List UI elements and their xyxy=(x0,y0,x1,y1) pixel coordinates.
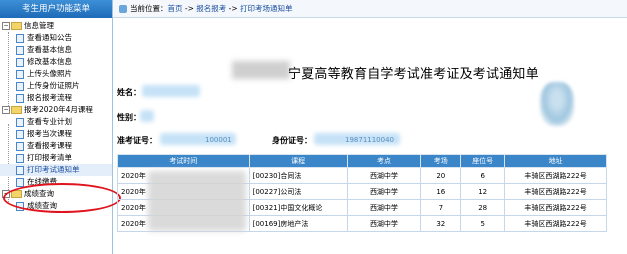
document-icon xyxy=(16,69,24,79)
cell-room: 20 xyxy=(420,167,462,184)
sidebar: 考生用户功能菜单 − 信息管理 查看通知公告 查看基本信息 修改基本信息 上传头像… xyxy=(0,0,113,254)
page-title: 宁夏高等教育自学考试准考证及考试通知单 xyxy=(288,67,539,82)
id-number-label: 身份证号： xyxy=(272,136,312,145)
sidebar-item-view-basic-info[interactable]: 查看基本信息 xyxy=(0,44,112,56)
sidebar-item-register-courses[interactable]: 报考当次课程 xyxy=(0,128,112,140)
column-header-address: 地址 xyxy=(504,154,607,168)
sidebar-group-register[interactable]: − 报考2020年4月课程 xyxy=(0,104,112,116)
cell-exam-site: 西湖中学 xyxy=(346,199,422,216)
sidebar-item-upload-photo[interactable]: 上传头像照片 xyxy=(0,68,112,80)
sidebar-item-view-registered[interactable]: 查看报考课程 xyxy=(0,140,112,152)
cell-exam-site: 西湖中学 xyxy=(346,183,422,200)
redacted-region xyxy=(148,171,246,231)
cell-exam-site: 西湖中学 xyxy=(346,167,422,184)
collapse-icon[interactable]: − xyxy=(2,22,10,30)
sidebar-group-info[interactable]: − 信息管理 xyxy=(0,20,112,32)
document-icon xyxy=(16,81,24,91)
folder-icon xyxy=(11,22,22,30)
collapse-icon[interactable]: − xyxy=(2,106,10,114)
breadcrumb-current[interactable]: 打印考场通知单 xyxy=(240,4,293,13)
id-number-value: 19871110040 xyxy=(345,136,394,144)
ticket-number-label: 准考证号： xyxy=(117,136,157,145)
name-value-redacted xyxy=(142,85,200,97)
cell-seat: 6 xyxy=(460,167,506,184)
document-icon xyxy=(16,153,24,163)
ticket-number-value: 100001 xyxy=(205,136,232,144)
highlight-annotation-circle xyxy=(3,183,121,213)
redacted-region xyxy=(232,61,290,79)
document-icon xyxy=(16,45,24,55)
sidebar-item-registration-flow[interactable]: 报名报考流程 xyxy=(0,92,112,104)
cell-room: 7 xyxy=(420,199,462,216)
sidebar-group-label: 信息管理 xyxy=(24,21,54,30)
sidebar-item-print-exam-notice[interactable]: 打印考试通知单 xyxy=(0,164,112,176)
cell-exam-site: 西湖中学 xyxy=(346,215,422,232)
breadcrumb-home-link[interactable]: 首页 xyxy=(168,4,183,13)
cell-room: 16 xyxy=(420,183,462,200)
cell-course: [00321]中国文化概论 xyxy=(248,199,348,216)
name-label: 姓名： xyxy=(117,88,141,97)
document-icon xyxy=(16,33,24,43)
cell-address: 丰骑区西湖路222号 xyxy=(504,167,607,184)
document-icon xyxy=(16,165,24,175)
folder-icon xyxy=(11,106,22,114)
cell-room: 32 xyxy=(420,215,462,232)
cell-seat: 12 xyxy=(460,183,506,200)
breadcrumb-separator: -> xyxy=(184,4,194,13)
document-icon xyxy=(16,57,24,67)
sidebar-item-major-plan[interactable]: 查看专业计划 xyxy=(0,116,112,128)
sidebar-item-edit-basic-info[interactable]: 修改基本信息 xyxy=(0,56,112,68)
column-header-exam-site: 考点 xyxy=(346,154,422,168)
gender-label: 性别： xyxy=(117,113,141,122)
location-icon xyxy=(119,5,127,13)
breadcrumb: 当前位置：首页 -> 报名报考 -> 打印考场通知单 xyxy=(113,0,627,18)
cell-seat: 28 xyxy=(460,199,506,216)
breadcrumb-separator: -> xyxy=(228,4,238,13)
sidebar-group-label: 报考2020年4月课程 xyxy=(24,105,93,114)
cell-address: 丰骑区西湖路222号 xyxy=(504,199,607,216)
sidebar-item-notices[interactable]: 查看通知公告 xyxy=(0,32,112,44)
column-header-course: 课程 xyxy=(248,154,348,168)
document-icon xyxy=(16,93,24,103)
cell-course: [00227]公司法 xyxy=(248,183,348,200)
candidate-photo xyxy=(540,82,574,126)
gender-value-redacted xyxy=(140,110,154,122)
column-header-seat: 座位号 xyxy=(460,154,506,168)
document-icon xyxy=(16,141,24,151)
cell-address: 丰骑区西湖路222号 xyxy=(504,183,607,200)
breadcrumb-prefix: 当前位置： xyxy=(130,4,168,13)
sidebar-item-upload-id-photo[interactable]: 上传身份证照片 xyxy=(0,80,112,92)
column-header-time: 考试时间 xyxy=(117,154,250,168)
document-icon xyxy=(16,177,24,187)
table-header-row: 考试时间 课程 考点 考场 座位号 地址 xyxy=(117,154,607,168)
breadcrumb-register-link[interactable]: 报名报考 xyxy=(196,4,226,13)
cell-address: 丰骑区西湖路222号 xyxy=(504,215,607,232)
document-icon xyxy=(16,129,24,139)
cell-course: [00230]合同法 xyxy=(248,167,348,184)
cell-seat: 5 xyxy=(460,215,506,232)
sidebar-item-print-list[interactable]: 打印报考清单 xyxy=(0,152,112,164)
column-header-room: 考场 xyxy=(420,154,462,168)
cell-course: [00169]房地产法 xyxy=(248,215,348,232)
document-icon xyxy=(16,117,24,127)
sidebar-header: 考生用户功能菜单 xyxy=(0,0,112,18)
